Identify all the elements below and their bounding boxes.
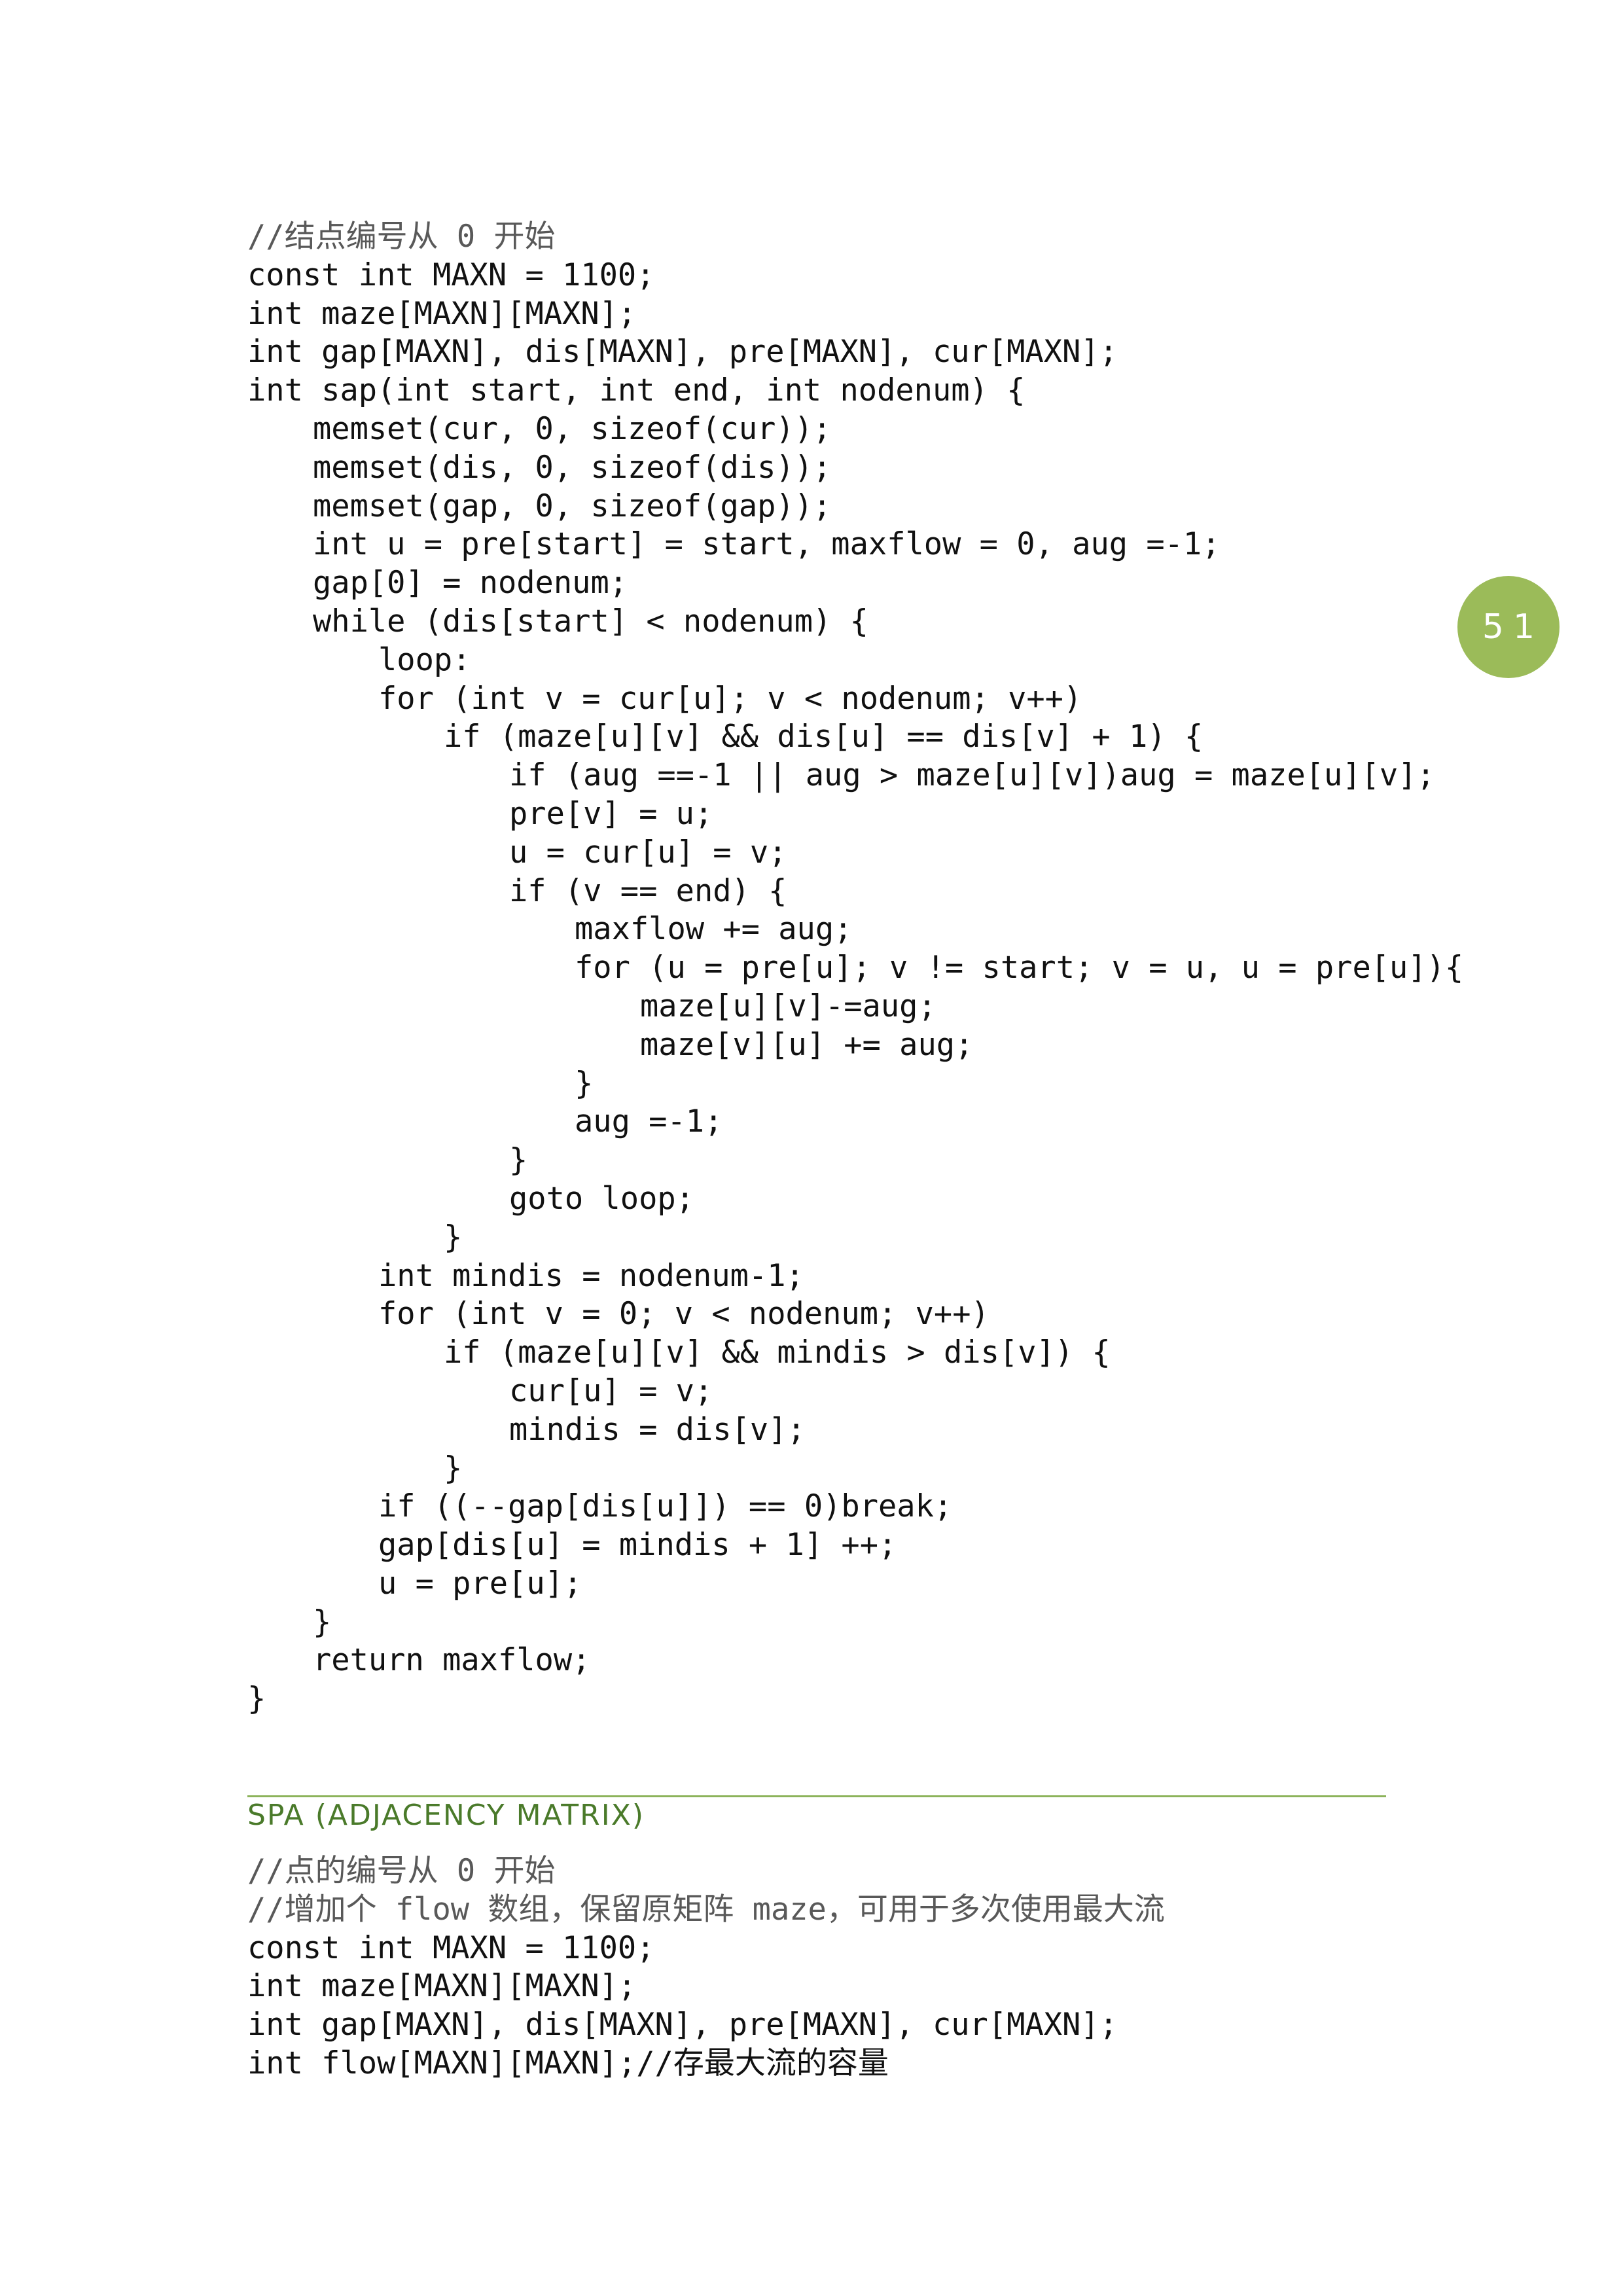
section-heading: SPA (ADJACENCY MATRIX) [247,1799,645,1832]
code-line: memset(dis, 0, sizeof(dis)); [313,449,832,486]
code-line: cur[u] = v; [509,1372,713,1409]
code-line: while (dis[start] < nodenum) { [313,603,868,639]
code-line: int flow[MAXN][MAXN];//存最大流的容量 [247,2045,889,2081]
code-line: } [247,1681,266,1717]
page-number: 51 [1482,607,1544,647]
code-line: aug =-1; [575,1103,723,1140]
code-line: return maxflow; [313,1642,591,1679]
code-line: } [575,1065,594,1102]
code-line: int maze[MAXN][MAXN]; [247,295,637,332]
code-line: } [313,1604,332,1640]
page-number-badge: 51 [1457,576,1560,678]
code-line: mindis = dis[v]; [509,1411,806,1448]
code-comment-line: //结点编号从 0 开始 [247,219,556,255]
code-line: if (v == end) { [509,872,787,909]
code-line: } [444,1450,463,1486]
code-line: maze[v][u] += aug; [640,1026,974,1063]
code-line: int mindis = nodenum-1; [378,1257,804,1294]
code-line: memset(cur, 0, sizeof(cur)); [313,410,832,447]
code-comment-line: //增加个 flow 数组，保留原矩阵 maze，可用于多次使用最大流 [247,1891,1165,1928]
code-line: if (maze[u][v] && mindis > dis[v]) { [444,1335,1111,1371]
code-line: u = cur[u] = v; [509,834,787,870]
code-line: maxflow += aug; [575,911,853,948]
code-line: memset(gap, 0, sizeof(gap)); [313,488,832,524]
code-line: if (maze[u][v] && dis[u] == dis[v] + 1) … [444,719,1204,755]
code-line: loop: [378,641,471,678]
code-line: int gap[MAXN], dis[MAXN], pre[MAXN], cur… [247,334,1118,370]
code-line: const int MAXN = 1100; [247,1929,655,1966]
code-line: } [509,1142,528,1179]
code-comment-line: //点的编号从 0 开始 [247,1853,556,1889]
code-line: for (int v = 0; v < nodenum; v++) [378,1296,990,1333]
code-line: pre[v] = u; [509,795,713,832]
code-line: if ((--gap[dis[u]]) == 0)break; [378,1488,953,1525]
code-line: for (u = pre[u]; v != start; v = u, u = … [575,950,1464,986]
code-line: maze[u][v]-=aug; [640,988,936,1024]
code-line: const int MAXN = 1100; [247,257,655,293]
code-block-spa: //点的编号从 0 开始//增加个 flow 数组，保留原矩阵 maze，可用于… [247,1852,1412,2083]
code-line: for (int v = cur[u]; v < nodenum; v++) [378,680,1082,717]
code-line: goto loop; [509,1180,694,1217]
code-line: if (aug ==-1 || aug > maze[u][v])aug = m… [509,757,1435,794]
code-line: gap[0] = nodenum; [313,565,628,601]
code-line: int sap(int start, int end, int nodenum)… [247,372,1026,409]
code-block-sap: //结点编号从 0 开始 const int MAXN = 1100; int ma… [247,218,1464,1719]
code-line: u = pre[u]; [378,1565,582,1602]
code-line: int gap[MAXN], dis[MAXN], pre[MAXN], cur… [247,2007,1118,2043]
code-line: int u = pre[start] = start, maxflow = 0,… [313,526,1221,563]
section-divider [247,1795,1386,1797]
code-line: } [444,1219,463,1255]
code-line: gap[dis[u] = mindis + 1] ++; [378,1527,897,1564]
code-line: int maze[MAXN][MAXN]; [247,1968,637,2005]
